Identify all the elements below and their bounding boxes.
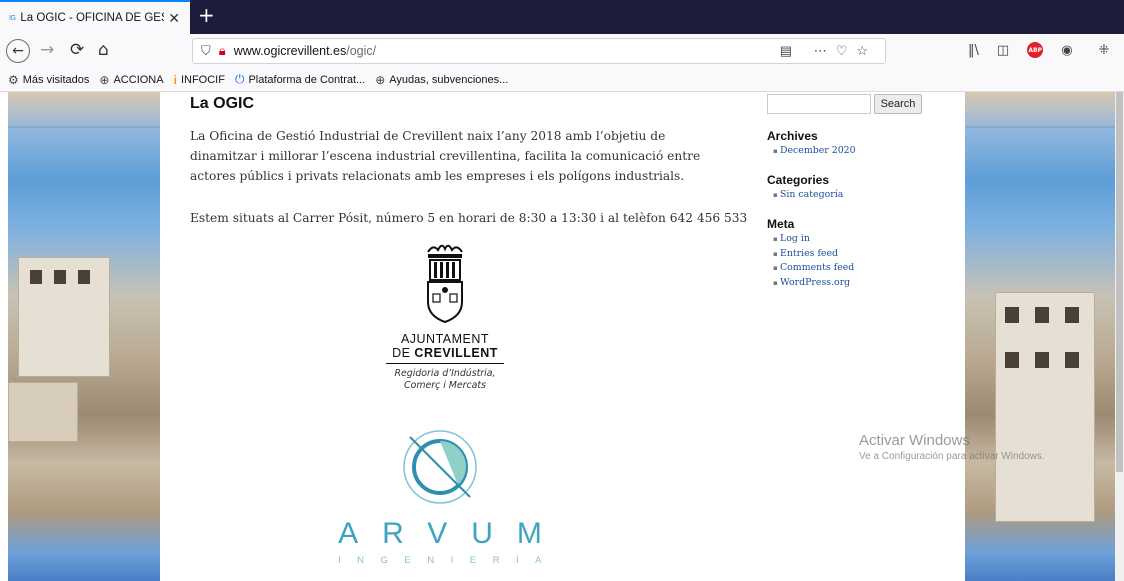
background-photo-left [8,92,160,581]
logo-divider [386,363,504,364]
logo-name-prefix: DE [392,346,415,360]
window-shape [1035,307,1049,323]
search-button[interactable]: Search [874,94,922,114]
navigation-toolbar: ← → ⟳ ⌂ ⛉ 🔒︎ www.ogicrevillent.es/ogic/ … [0,34,1124,68]
windows-activation-watermark: Activar Windows Ve a Configuración para … [859,432,1045,462]
web-page: La OGIC La Oficina de Gestió Industrial … [0,92,1124,581]
window-shape [1005,307,1019,323]
tab-close-icon[interactable]: ✕ [168,10,180,27]
toolbar-right: ‖\ ◫ ABP ◉ ⁜ ≡ [968,42,1124,58]
reader-view-icon[interactable]: ▤ [780,43,801,58]
arvum-wordmark: ARVUM [338,517,566,550]
building-shape [995,292,1095,522]
logo-name-line2: DE CREVILLENT [385,346,505,360]
window-shape [1065,307,1079,323]
categories-title: Categories [767,173,830,187]
globe-icon: ⊕ [99,72,110,87]
background-photo-right [965,92,1115,581]
active-tab[interactable]: IG La OGIC - OFICINA DE GESTIÓ I ✕ [0,0,190,34]
insecure-lock-icon[interactable]: 🔒︎ [219,43,226,59]
intro-paragraph: La Oficina de Gestió Industrial de Crevi… [190,129,701,183]
window-shape [1035,352,1049,368]
pocket-icon[interactable]: ♡ [836,43,857,58]
url-host: www.ogicrevillent.es [233,44,347,58]
building-shape [8,382,78,442]
meta-link-entries-feed[interactable]: Entries feed [773,247,854,262]
meta-link-wordpress[interactable]: WordPress.org [773,276,854,291]
reload-button[interactable]: ⟳ [70,40,84,60]
bookmark-acciona[interactable]: ⊕ ACCIONA [99,73,163,87]
forward-button[interactable]: → [40,40,54,60]
tab-favicon: IG [9,14,16,22]
extensions-icon[interactable]: ⁜ [1099,43,1110,58]
bookmarks-toolbar: ⚙ Más visitados ⊕ ACCIONA i INFOCIF ⏻ Plataf… [0,68,1124,92]
arvum-emblem-icon [403,430,477,504]
arvum-logo: ARVUM INGENIERÍA [310,427,570,566]
url-bar[interactable]: ⛉ 🔒︎ www.ogicrevillent.es/ogic/ ▤ ⋯♡☆ [192,38,886,64]
bookmark-plataforma[interactable]: ⏻ Plataforma de Contrat... [235,72,365,87]
watermark-line2: Ve a Configuración para activar Windows. [859,451,1045,462]
tab-strip: IG La OGIC - OFICINA DE GESTIÓ I ✕ + [0,0,1124,34]
library-icon[interactable]: ‖\ [968,43,979,58]
bookmark-label: ACCIONA [113,73,164,86]
page-actions-icon[interactable]: ⋯ [814,43,836,58]
account-icon[interactable]: ◉ [1061,43,1072,58]
url-text[interactable]: www.ogicrevillent.es/ogic/ [234,44,376,58]
window-shape [30,270,42,284]
bookmark-label: Ayudas, subvenciones... [389,73,509,86]
logo-name-line1: AJUNTAMENT [400,332,490,346]
back-button[interactable]: ← [6,39,30,63]
scrollbar-thumb[interactable] [1116,92,1123,472]
archive-link[interactable]: December 2020 [773,144,856,159]
archives-title: Archives [767,129,818,143]
categories-list: Sin categoría [773,188,843,203]
meta-link-comments-feed[interactable]: Comments feed [773,261,854,276]
address-paragraph: Estem situats al Carrer Pósit, número 5 … [190,211,748,225]
window-shape [78,270,90,284]
bookmark-star-icon[interactable]: ☆ [856,43,877,58]
page-scrollbar[interactable] [1115,92,1124,581]
tracking-shield-icon[interactable]: ⛉ [201,43,211,59]
logo-sub-line1: Regidoria d’Indústria, [394,368,496,379]
logo-name-bold: CREVILLENT [414,346,498,360]
arvum-subtitle: INGENIERÍA [338,555,558,566]
url-bar-actions: ▤ ⋯♡☆ [780,43,877,59]
gear-icon: ⚙ [8,72,19,87]
page-title: La OGIC [190,95,255,112]
bookmark-label: Plataforma de Contrat... [248,73,366,86]
adblock-plus-icon[interactable]: ABP [1027,42,1044,58]
window-shape [1065,352,1079,368]
bookmark-ayudas[interactable]: ⊕ Ayudas, subvenciones... [375,73,508,87]
tab-title: La OGIC - OFICINA DE GESTIÓ I [20,12,164,24]
bookmark-infocif[interactable]: i INFOCIF [174,73,225,87]
bookmark-label: Más visitados [22,73,90,86]
archives-list: December 2020 [773,144,856,159]
meta-link-login[interactable]: Log in [773,232,854,247]
bookmark-mas-visitados[interactable]: ⚙ Más visitados [8,73,89,87]
globe-icon: ⊕ [375,72,386,87]
ajuntament-logo: AJUNTAMENT DE CREVILLENT Regidoria d’Ind… [385,242,505,392]
window-shape [54,270,66,284]
watermark-line1: Activar Windows [859,432,970,449]
crest-icon [427,244,463,324]
power-icon: ⏻ [234,72,245,86]
meta-title: Meta [767,217,795,231]
url-path: /ogic/ [346,44,377,58]
bookmark-label: INFOCIF [180,73,225,86]
new-tab-button[interactable]: + [198,3,215,27]
info-icon: i [173,72,177,87]
category-link[interactable]: Sin categoría [773,188,843,203]
sidebar-icon[interactable]: ◫ [997,43,1009,58]
search-input[interactable] [767,94,871,114]
home-button[interactable]: ⌂ [98,40,109,60]
logo-sub-line2: Comerç i Mercats [404,380,486,391]
meta-list: Log in Entries feed Comments feed WordPr… [773,232,854,290]
window-shape [1005,352,1019,368]
